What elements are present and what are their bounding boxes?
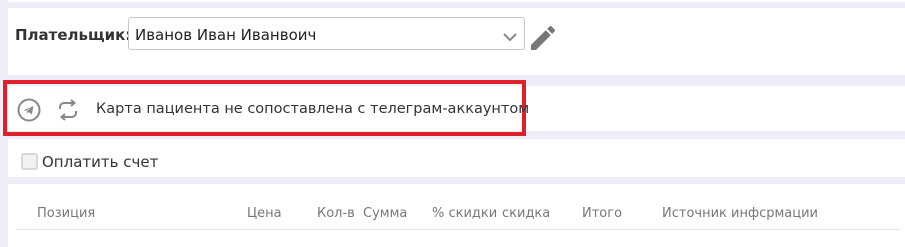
pay-invoice-label[interactable]: Оплатить счет <box>42 153 158 171</box>
telegram-icon[interactable] <box>17 98 41 126</box>
column-header[interactable]: скидка <box>502 206 550 221</box>
column-header[interactable]: Цена <box>247 206 282 221</box>
column-header[interactable]: Кол-в <box>317 206 355 221</box>
pencil-icon[interactable] <box>527 22 559 58</box>
column-header[interactable]: Итого <box>582 206 622 221</box>
payer-label: Плательщик: <box>15 26 132 44</box>
telegram-status-text: Карта пациента не сопоставлена с телегра… <box>96 101 530 117</box>
payer-select[interactable]: Иванов Иван Иванвоич <box>128 17 525 50</box>
payer-selected-value: Иванов Иван Иванвоич <box>135 26 317 44</box>
top-panel <box>8 0 905 2</box>
column-header[interactable]: % скидки <box>432 206 497 221</box>
chevron-down-icon[interactable] <box>502 28 518 47</box>
column-header[interactable]: Позиция <box>37 206 95 221</box>
table-header-divider <box>16 229 900 230</box>
column-header[interactable]: Источник инфсрмации <box>662 206 818 221</box>
sync-icon[interactable] <box>56 97 80 127</box>
pay-invoice-checkbox[interactable] <box>21 153 38 170</box>
column-header[interactable]: Сумма <box>363 206 407 221</box>
